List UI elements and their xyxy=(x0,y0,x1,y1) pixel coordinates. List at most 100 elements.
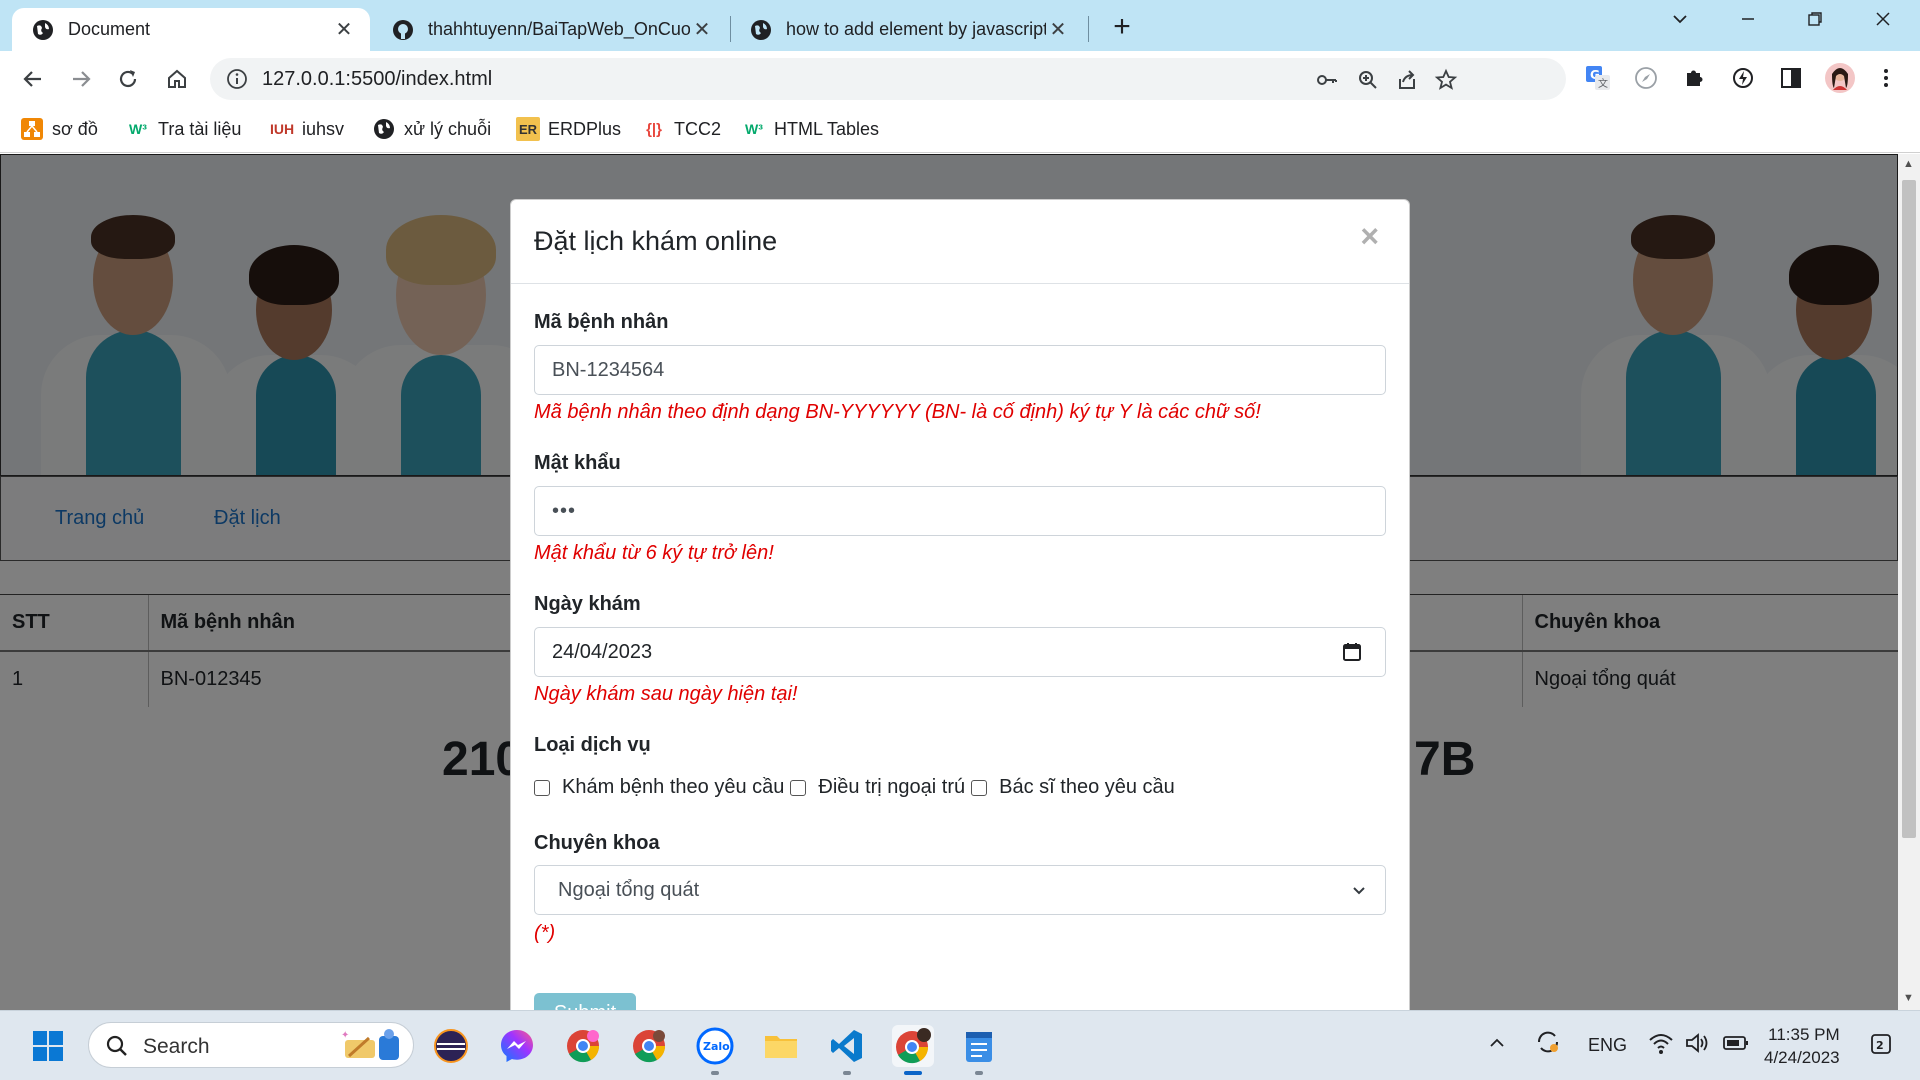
calendar-icon[interactable] xyxy=(1341,641,1363,669)
eclipse-icon[interactable] xyxy=(430,1025,472,1067)
tab-document[interactable]: Document ✕ xyxy=(12,8,370,51)
page-viewport: Trang chủ Đặt lịch STT Mã bệnh nhân Chuy… xyxy=(0,154,1898,1010)
close-icon[interactable]: × xyxy=(1360,218,1379,255)
bookmark-star-icon[interactable] xyxy=(1433,67,1459,93)
checkbox-label: Điều trị ngoại trú xyxy=(818,776,966,798)
tab-github[interactable]: thahhtuyenn/BaiTapWeb_OnCuoi ✕ xyxy=(372,8,728,51)
globe-icon xyxy=(750,19,772,41)
profile-avatar[interactable] xyxy=(1824,62,1856,94)
extensions-puzzle-icon[interactable] xyxy=(1681,64,1709,92)
page-scrollbar[interactable]: ▲ ▼ xyxy=(1898,154,1920,1010)
bookmark-so-do[interactable]: sơ đồ xyxy=(20,115,98,143)
modal-header: Đặt lịch khám online × xyxy=(511,200,1409,284)
tab-stackoverflow[interactable]: how to add element by javascript ✕ xyxy=(730,8,1084,51)
vscode-icon[interactable] xyxy=(826,1025,868,1075)
kebab-menu-icon[interactable] xyxy=(1872,64,1900,92)
performance-icon[interactable] xyxy=(1729,64,1757,92)
battery-icon[interactable] xyxy=(1722,1033,1750,1058)
windows-start-icon[interactable] xyxy=(27,1025,69,1067)
specialty-label: Chuyên khoa xyxy=(534,832,660,854)
notification-icon[interactable]: 2 xyxy=(1868,1031,1894,1062)
service-checkbox-doctor-on-demand[interactable] xyxy=(971,779,988,796)
bookmark-tra-tai-lieu[interactable]: W³ Tra tài liệu xyxy=(126,115,241,143)
zalo-icon[interactable]: Zalo xyxy=(694,1025,736,1075)
bookmark-iuhsv[interactable]: IUH iuhsv xyxy=(270,115,344,143)
tab-title: how to add element by javascript xyxy=(786,19,1046,39)
close-tab-icon[interactable]: ✕ xyxy=(690,17,714,42)
date-input[interactable]: 24/04/2023 xyxy=(534,627,1386,677)
password-error: Mật khẩu từ 6 ký tự trở lên! xyxy=(534,542,774,564)
scrollbar-thumb[interactable] xyxy=(1902,180,1916,838)
bookmark-label: TCC2 xyxy=(674,118,722,139)
reload-icon[interactable] xyxy=(112,63,144,95)
patient-id-error: Mã bệnh nhân theo định dạng BN-YYYYYY (B… xyxy=(534,401,1261,423)
bookmark-label: xử lý chuỗi xyxy=(404,118,492,139)
input-language[interactable]: ENG xyxy=(1588,1035,1627,1056)
key-icon[interactable] xyxy=(1314,67,1340,93)
home-icon[interactable] xyxy=(161,63,193,95)
taskbar-clock[interactable]: 11:35 PM 4/24/2023 xyxy=(1764,1023,1840,1069)
date-error: Ngày khám sau ngày hiện tại! xyxy=(534,683,798,705)
back-arrow-icon[interactable] xyxy=(17,63,49,95)
notepad-icon[interactable] xyxy=(958,1025,1000,1075)
bookmark-erdplus[interactable]: ER ERDPlus xyxy=(516,115,621,143)
tab-search-chevron-icon[interactable] xyxy=(1665,8,1695,34)
new-tab-plus-icon[interactable]: + xyxy=(1108,10,1136,44)
bookmark-label: sơ đồ xyxy=(52,118,98,139)
side-panel-icon[interactable] xyxy=(1777,64,1805,92)
site-info-icon[interactable] xyxy=(226,68,248,95)
windows-taskbar: Search ✦ Zalo ENG 11:35 PM 4/24/2023 2 xyxy=(0,1010,1920,1080)
zoom-icon[interactable] xyxy=(1355,67,1381,93)
password-input[interactable]: ••• xyxy=(534,486,1386,536)
compass-extension-icon[interactable] xyxy=(1632,64,1660,92)
w3schools-icon: W³ xyxy=(129,121,147,137)
specialty-selected-value: Ngoại tổng quát xyxy=(558,878,700,901)
service-type-checkbox-group: Khám bệnh theo yêu cầu Điều trị ngoại tr… xyxy=(534,776,1181,799)
tab-separator xyxy=(1088,16,1089,42)
messenger-icon[interactable] xyxy=(496,1025,538,1067)
close-window-icon[interactable] xyxy=(1868,8,1898,34)
search-highlight-icon: ✦ xyxy=(339,1026,407,1069)
bookmark-xu-ly-chuoi[interactable]: xử lý chuỗi xyxy=(372,115,491,143)
specialty-select[interactable]: Ngoại tổng quát xyxy=(534,865,1386,915)
running-indicator xyxy=(975,1071,983,1075)
taskbar-search-box[interactable]: Search ✦ xyxy=(88,1022,414,1068)
service-checkbox-on-demand-exam[interactable] xyxy=(534,779,550,796)
chevron-down-icon xyxy=(1349,880,1369,906)
chrome-profile-icon[interactable] xyxy=(628,1025,670,1067)
minimize-icon[interactable] xyxy=(1733,8,1763,34)
tab-title: Document xyxy=(68,19,151,39)
svg-text:Zalo: Zalo xyxy=(703,1040,730,1053)
patient-id-input[interactable]: BN-1234564 xyxy=(534,345,1386,395)
forward-arrow-icon[interactable] xyxy=(65,63,97,95)
sync-icon[interactable] xyxy=(1535,1029,1561,1060)
service-checkbox-outpatient[interactable] xyxy=(790,779,807,796)
date-value: 24/04/2023 xyxy=(552,640,653,663)
scroll-down-arrow-icon[interactable]: ▼ xyxy=(1903,992,1914,1004)
running-indicator xyxy=(843,1071,851,1075)
file-explorer-icon[interactable] xyxy=(760,1025,802,1067)
google-translate-icon[interactable]: G文 xyxy=(1584,64,1612,92)
booking-modal: Đặt lịch khám online × Mã bệnh nhân BN-1… xyxy=(510,199,1410,1010)
close-tab-icon[interactable]: ✕ xyxy=(332,17,356,42)
bookmark-html-tables[interactable]: W³ HTML Tables xyxy=(742,115,879,143)
iuh-icon: IUH xyxy=(269,121,295,137)
clock-time: 11:35 PM xyxy=(1768,1025,1840,1044)
address-bar[interactable]: 127.0.0.1:5500/index.html xyxy=(210,58,1566,100)
submit-button[interactable]: Submit xyxy=(534,993,636,1010)
chrome-active-icon[interactable] xyxy=(892,1025,934,1075)
share-icon[interactable] xyxy=(1394,67,1420,93)
bookmark-label: Tra tài liệu xyxy=(158,118,242,139)
date-label: Ngày khám xyxy=(534,593,641,615)
restore-icon[interactable] xyxy=(1800,8,1830,34)
browser-tab-strip: Document ✕ thahhtuyenn/BaiTapWeb_OnCuoi … xyxy=(0,0,1920,51)
modal-title: Đặt lịch khám online xyxy=(534,226,778,256)
volume-icon[interactable] xyxy=(1684,1031,1710,1060)
close-tab-icon[interactable]: ✕ xyxy=(1046,17,1070,42)
specialty-error: (*) xyxy=(534,922,556,944)
chevron-up-icon[interactable] xyxy=(1487,1033,1507,1058)
bookmark-tcc2[interactable]: {|} TCC2 xyxy=(642,115,721,143)
wifi-icon[interactable] xyxy=(1648,1031,1674,1060)
chrome-profile-icon[interactable] xyxy=(562,1025,604,1067)
scroll-up-arrow-icon[interactable]: ▲ xyxy=(1903,158,1914,170)
